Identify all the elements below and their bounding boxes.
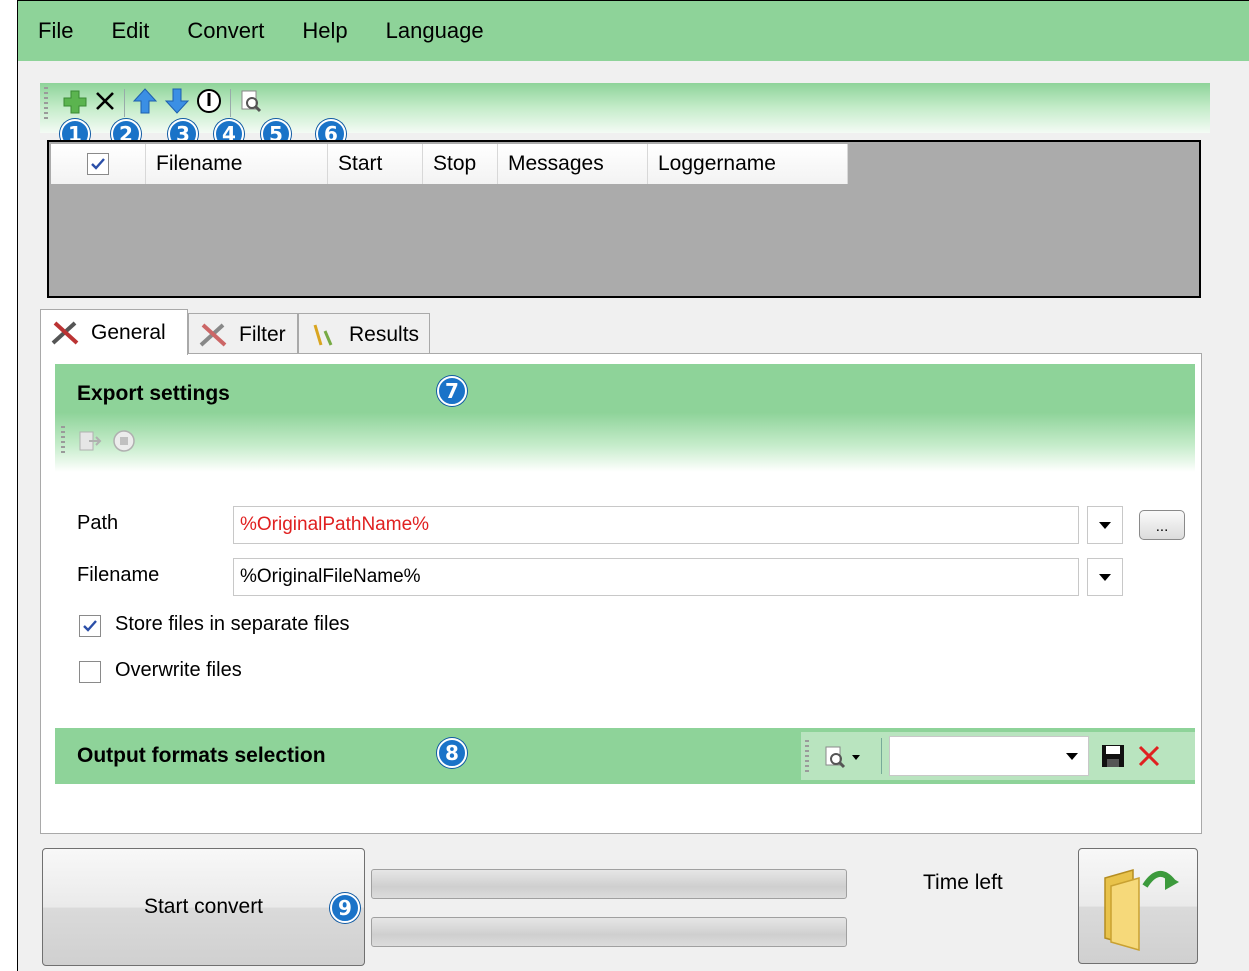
overwrite-label[interactable]: Overwrite files <box>115 659 242 682</box>
column-header-start[interactable]: Start <box>328 144 423 184</box>
output-formats-header: Output formats selection <box>55 728 1195 784</box>
progress-bar-file <box>371 869 847 899</box>
toolbar-grip[interactable] <box>805 740 809 772</box>
store-separate-label[interactable]: Store files in separate files <box>115 613 350 636</box>
menu-help[interactable]: Help <box>302 18 347 44</box>
export-settings-header: Export settings <box>55 364 1195 472</box>
column-header-loggername[interactable]: Loggername <box>648 144 848 184</box>
filename-label: Filename <box>77 564 160 586</box>
toolbar-grip[interactable] <box>44 87 48 121</box>
chevron-down-icon <box>1099 521 1111 529</box>
output-formats-toolbar <box>801 732 1195 780</box>
stop-icon[interactable] <box>111 428 137 454</box>
tab-filter-label: Filter <box>239 322 286 346</box>
chevron-down-icon <box>852 754 860 760</box>
tab-results-label: Results <box>349 322 420 346</box>
toolbar-grip[interactable] <box>61 426 65 456</box>
chevron-down-icon <box>1099 573 1111 581</box>
delete-format-icon[interactable] <box>1135 742 1163 770</box>
menu-file[interactable]: File <box>38 18 73 44</box>
store-separate-checkbox[interactable] <box>79 615 101 637</box>
app-window: File Edit Convert Help Language 1 2 3 4 <box>17 0 1249 971</box>
grid-select-all-cell[interactable] <box>51 144 146 184</box>
path-input[interactable]: %OriginalPathName% <box>233 506 1079 544</box>
toolbar-separator <box>124 89 125 117</box>
overwrite-checkbox[interactable] <box>79 661 101 683</box>
preview-icon <box>825 746 846 769</box>
export-icon[interactable] <box>77 428 103 454</box>
save-icon[interactable] <box>1099 742 1127 770</box>
move-up-icon[interactable] <box>132 87 158 115</box>
start-convert-button[interactable]: Start convert <box>42 848 365 966</box>
callout-badge-8: 8 <box>437 738 467 768</box>
add-icon[interactable] <box>62 87 88 115</box>
file-grid[interactable]: Filename Start Stop Messages Loggername <box>47 140 1201 298</box>
pencil-ruler-icon <box>313 324 333 346</box>
folder-open-icon <box>1104 869 1179 951</box>
progress-bar-total <box>371 917 847 947</box>
general-tab-panel: Export settings 7 Path %OriginalPathName… <box>40 353 1202 834</box>
filename-dropdown-button[interactable] <box>1087 558 1123 596</box>
menu-bar: File Edit Convert Help Language <box>18 1 1249 61</box>
select-all-checkbox[interactable] <box>87 153 109 175</box>
tab-general[interactable]: General <box>40 309 188 355</box>
move-down-icon[interactable] <box>164 87 190 115</box>
column-header-messages[interactable]: Messages <box>498 144 648 184</box>
output-formats-title: Output formats selection <box>77 744 326 767</box>
callout-badge-7: 7 <box>437 376 467 406</box>
path-dropdown-button[interactable] <box>1087 506 1123 544</box>
filename-input[interactable]: %OriginalFileName% <box>233 558 1079 596</box>
menu-language[interactable]: Language <box>386 18 484 44</box>
output-format-select[interactable] <box>889 736 1089 776</box>
time-left-label: Time left <box>923 871 1003 894</box>
callout-badge-9: 9 <box>330 893 360 923</box>
tab-results[interactable]: Results <box>298 313 430 355</box>
path-label: Path <box>77 512 119 534</box>
preview-dropdown-button[interactable] <box>823 742 867 772</box>
column-header-filename[interactable]: Filename <box>146 144 328 184</box>
tools-icon <box>51 321 79 344</box>
menu-convert[interactable]: Convert <box>187 18 264 44</box>
preview-icon[interactable] <box>238 87 264 115</box>
info-icon[interactable] <box>196 87 222 115</box>
chevron-down-icon <box>1066 752 1078 760</box>
menu-edit[interactable]: Edit <box>111 18 149 44</box>
export-settings-title: Export settings <box>77 382 230 405</box>
tab-filter[interactable]: Filter <box>188 313 298 355</box>
tools-icon <box>199 323 227 346</box>
toolbar-separator <box>230 89 231 117</box>
toolbar-separator <box>881 738 882 774</box>
delete-icon[interactable] <box>92 87 118 115</box>
grid-header: Filename Start Stop Messages Loggername <box>51 144 848 184</box>
browse-button[interactable]: ... <box>1139 510 1185 540</box>
tab-general-label: General <box>91 320 166 344</box>
column-header-stop[interactable]: Stop <box>423 144 498 184</box>
open-output-folder-button[interactable] <box>1078 848 1198 964</box>
